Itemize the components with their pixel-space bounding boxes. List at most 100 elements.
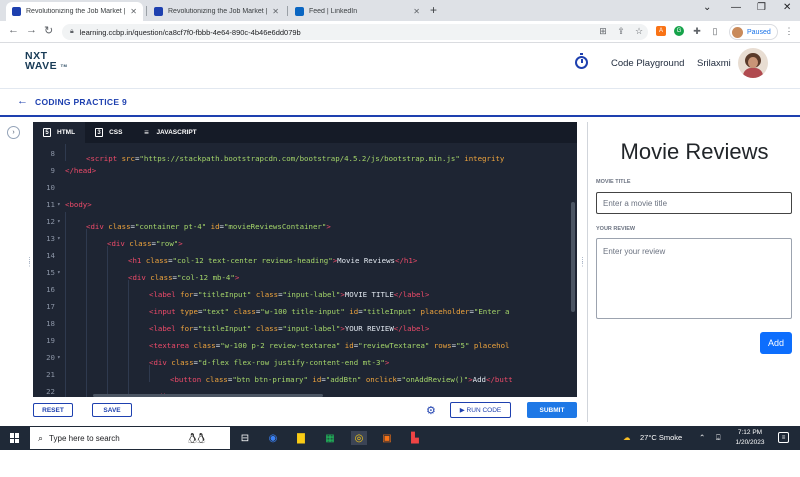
- page-title: CODING PRACTICE 9: [35, 97, 127, 107]
- spreadsheet-app-icon[interactable]: ▦: [323, 431, 337, 445]
- forward-icon[interactable]: →: [26, 24, 37, 36]
- panel-resize-handle[interactable]: ⋮ ⋮: [579, 257, 586, 268]
- expand-sidebar-icon[interactable]: ›: [7, 126, 20, 139]
- back-icon[interactable]: ←: [8, 24, 19, 36]
- fold-chevron-icon[interactable]: ▾: [55, 354, 65, 361]
- code-line[interactable]: 19 <textarea class="w-100 p-2 review-text…: [33, 331, 577, 350]
- office-app-icon[interactable]: ▙: [408, 431, 422, 445]
- add-review-button[interactable]: Add: [760, 332, 792, 354]
- gear-icon[interactable]: ⚙: [426, 404, 436, 417]
- back-arrow-icon[interactable]: ←: [17, 95, 28, 107]
- close-tab-icon[interactable]: ✕: [130, 7, 137, 16]
- code-playground-link[interactable]: Code Playground: [611, 58, 684, 69]
- browser-tab-1[interactable]: Revolutionizing the Job Market | ✕: [6, 2, 143, 21]
- browser-menu-icon[interactable]: ⋮: [784, 26, 794, 36]
- code-token: "https://stackpath.bootstrapcdn.com/boot…: [139, 154, 460, 163]
- line-number: 10: [46, 183, 55, 192]
- code-line[interactable]: 12 ▾ <div class="container pt-4" id="movie…: [33, 212, 577, 231]
- username[interactable]: Srilaxmi: [697, 58, 731, 69]
- code-line[interactable]: 11 ▾ <body>: [33, 196, 577, 213]
- line-number: 11: [46, 200, 55, 209]
- code-line[interactable]: 15 ▾ <div class="col-12 mb-4">: [33, 263, 577, 282]
- run-code-button[interactable]: ▶ RUN CODE: [450, 402, 511, 418]
- movie-title-label: MOVIE TITLE: [596, 179, 631, 185]
- tab-html[interactable]: 5 HTML: [33, 122, 86, 143]
- code-line[interactable]: 13 ▾ <div class="row">: [33, 229, 577, 248]
- code-token: "addBtn": [325, 375, 362, 384]
- grammarly-extension-icon[interactable]: G: [674, 26, 684, 36]
- install-app-icon[interactable]: ⊞: [598, 26, 608, 36]
- save-button[interactable]: SAVE: [92, 403, 132, 417]
- tab-javascript[interactable]: ≡ JAVASCRIPT: [132, 122, 206, 143]
- browser-tab-strip: Revolutionizing the Job Market | ✕ Revol…: [0, 0, 800, 21]
- left-resize-handle[interactable]: ⋮ ⋮: [26, 257, 33, 268]
- fold-chevron-icon[interactable]: ▾: [55, 235, 65, 242]
- network-icon[interactable]: ⌹: [716, 433, 721, 443]
- windows-start-icon[interactable]: [10, 433, 20, 443]
- extension-icon[interactable]: A: [656, 26, 666, 36]
- notification-icon[interactable]: ≡: [778, 432, 789, 443]
- line-number: 17: [46, 302, 55, 311]
- tab-search-chevron-icon[interactable]: ⌄: [703, 2, 711, 13]
- task-view-icon[interactable]: ⊟: [238, 431, 252, 445]
- store-app-icon[interactable]: ▣: [380, 431, 394, 445]
- css3-icon: 3: [95, 128, 104, 137]
- weather-text[interactable]: 27°C Smoke: [640, 433, 682, 442]
- code-line[interactable]: 10: [33, 179, 577, 196]
- fold-chevron-icon[interactable]: ▾: [55, 218, 65, 225]
- code-line[interactable]: 9 </head>: [33, 162, 577, 179]
- nxtwave-logo[interactable]: NXT WAVE TM: [25, 51, 67, 72]
- code-lines[interactable]: 8 <script src="https://stackpath.bootstra…: [33, 143, 577, 397]
- tray-chevron-icon[interactable]: ⌃: [699, 433, 705, 442]
- file-explorer-icon[interactable]: ▇: [294, 431, 308, 445]
- edge-browser-icon[interactable]: ◉: [266, 431, 280, 445]
- code-line[interactable]: 18 <label for="titleInput" class="input-l…: [33, 314, 577, 333]
- indent-guide: [86, 229, 107, 246]
- browser-tab-2[interactable]: Revolutionizing the Job Market | ✕: [148, 2, 285, 21]
- fold-chevron-icon[interactable]: ▾: [55, 269, 65, 276]
- review-textarea[interactable]: Enter your review: [596, 238, 792, 319]
- browser-tab-3[interactable]: Feed | LinkedIn ✕: [289, 2, 426, 21]
- taskbar-clock[interactable]: 7:12 PM 1/20/2023: [730, 428, 770, 448]
- logo-line-2: WAVE: [25, 60, 58, 72]
- close-tab-icon[interactable]: ✕: [413, 7, 420, 16]
- penguins-widget-icon[interactable]: 🐧︎🐧︎: [188, 430, 205, 449]
- close-tab-icon[interactable]: ✕: [272, 7, 279, 16]
- code-line[interactable]: 17 <input type="text" class="w-100 title-…: [33, 297, 577, 316]
- address-bar[interactable]: 🔒︎ learning.ccbp.in/question/ca8cf7f0-fb…: [62, 24, 648, 40]
- fold-chevron-icon[interactable]: ▾: [55, 201, 65, 208]
- editor-vertical-scrollbar[interactable]: [571, 202, 575, 312]
- new-tab-button[interactable]: +: [430, 3, 437, 17]
- submit-button[interactable]: SUBMIT: [527, 402, 577, 418]
- code-editor[interactable]: 5 HTML 3 CSS ≡ JAVASCRIPT 8 <script src="…: [33, 122, 577, 397]
- code-token: Add: [472, 375, 487, 384]
- code-line[interactable]: 20 ▾ <div class="d-flex flex-row justify-c…: [33, 348, 577, 367]
- bookmark-star-icon[interactable]: ☆: [634, 26, 644, 36]
- indent-guide: [65, 382, 86, 397]
- minimize-icon[interactable]: —: [731, 2, 741, 13]
- output-preview: Movie Reviews MOVIE TITLE Enter a movie …: [587, 122, 800, 422]
- tab-css[interactable]: 3 CSS: [85, 122, 132, 143]
- code-line[interactable]: 14 <h1 class="col-12 text-center reviews-…: [33, 246, 577, 265]
- code-line[interactable]: 21 <button class="btn btn-primary" id="ad…: [33, 365, 577, 384]
- reset-button[interactable]: RESET: [33, 403, 73, 417]
- code-token: placehol: [473, 341, 510, 350]
- weather-icon[interactable]: ☁: [623, 433, 631, 442]
- stopwatch-icon[interactable]: [575, 53, 588, 69]
- review-label: YOUR REVIEW: [596, 226, 636, 232]
- restore-icon[interactable]: ❐: [757, 2, 766, 13]
- chrome-browser-icon[interactable]: ◎: [351, 431, 367, 445]
- code-line[interactable]: 16 <label for="titleInput" class="input-l…: [33, 280, 577, 299]
- close-window-icon[interactable]: ✕: [783, 2, 791, 13]
- tab-separator: [287, 6, 288, 16]
- line-number: 16: [46, 285, 55, 294]
- side-panel-icon[interactable]: ▯: [710, 26, 720, 36]
- avatar[interactable]: [738, 48, 768, 78]
- movie-title-input[interactable]: Enter a movie title: [596, 192, 792, 214]
- extensions-puzzle-icon[interactable]: ✚: [692, 26, 702, 36]
- share-icon[interactable]: ⇪: [616, 26, 626, 36]
- profile-paused-button[interactable]: Paused: [729, 24, 778, 40]
- reload-icon[interactable]: ↻: [44, 24, 53, 37]
- code-token: </head>: [65, 166, 97, 175]
- code-line[interactable]: 8 <script src="https://stackpath.bootstra…: [33, 144, 577, 163]
